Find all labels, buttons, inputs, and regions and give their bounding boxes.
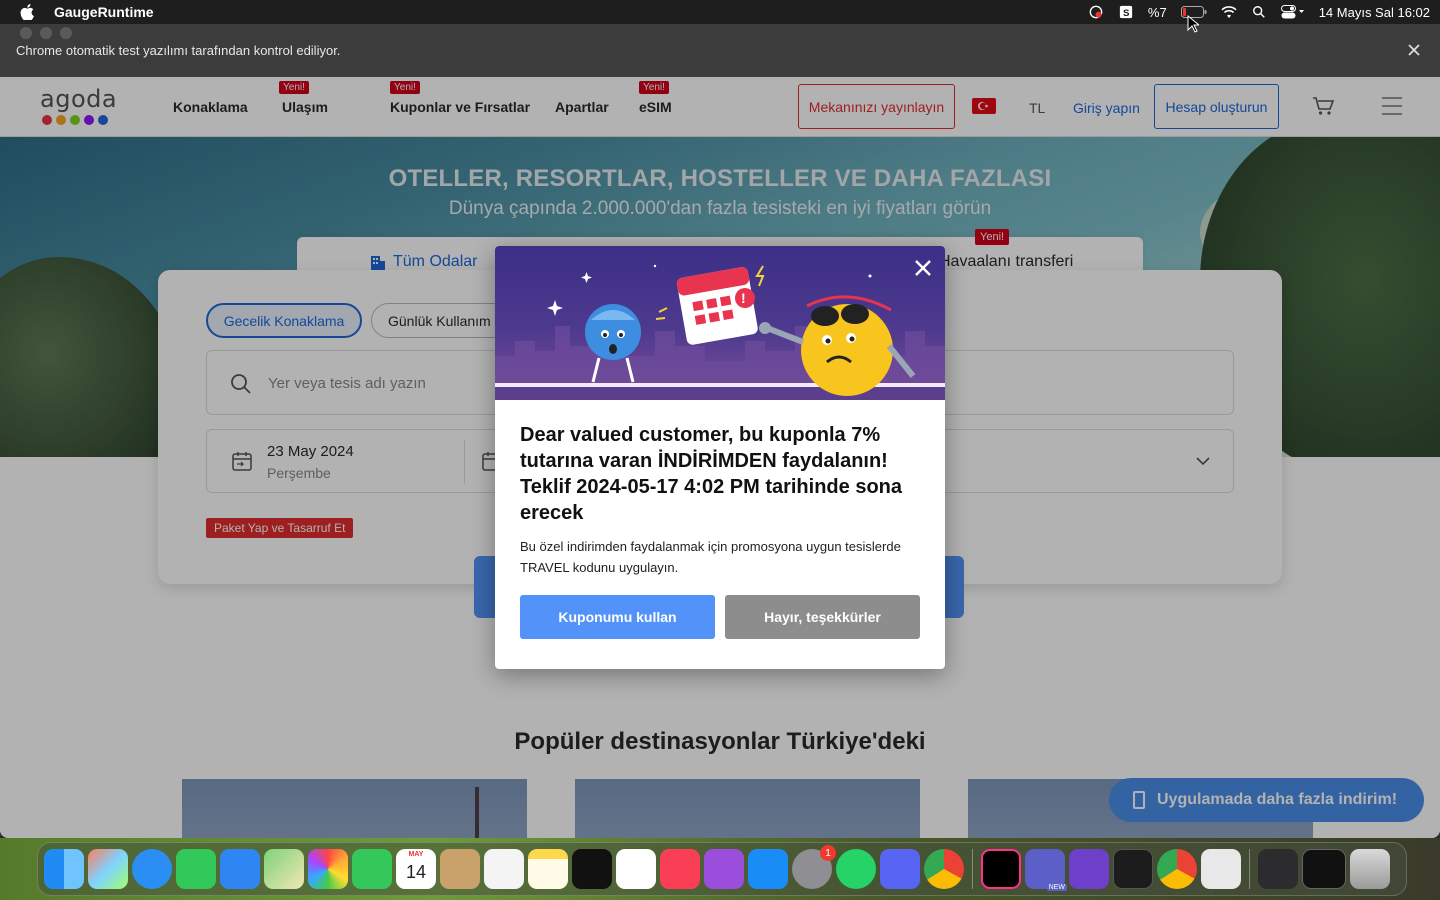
maps-icon[interactable] — [264, 849, 304, 889]
apple-tv-icon[interactable] — [572, 849, 612, 889]
svg-text:!: ! — [741, 290, 746, 306]
chrome-icon[interactable] — [924, 849, 964, 889]
safari-icon[interactable] — [132, 849, 172, 889]
decline-coupon-button[interactable]: Hayır, teşekkürler — [725, 595, 920, 639]
illustration-scene: ! — [495, 264, 945, 400]
dock-separator — [972, 849, 973, 889]
macos-menu-bar: GaugeRuntime S %7 14 Mayıs Sal 16:02 — [0, 0, 1440, 24]
infobar-close-icon[interactable] — [1406, 42, 1422, 58]
launchpad-icon[interactable] — [88, 849, 128, 889]
downloads-stack-icon[interactable] — [1258, 849, 1298, 889]
zoom-window-button[interactable] — [60, 27, 72, 39]
automation-infobar: Chrome otomatik test yazılımı tarafından… — [0, 24, 1440, 77]
preview-icon[interactable] — [1201, 849, 1241, 889]
active-app-name[interactable]: GaugeRuntime — [54, 4, 154, 20]
github-desktop-icon[interactable] — [1069, 849, 1109, 889]
automation-notice: Chrome otomatik test yazılımı tarafından… — [16, 43, 341, 58]
podcasts-icon[interactable] — [704, 849, 744, 889]
mail-icon[interactable] — [220, 849, 260, 889]
messages-icon[interactable] — [176, 849, 216, 889]
coupon-title: Dear valued customer, bu kuponla 7% tuta… — [520, 424, 903, 524]
trash-icon[interactable] — [1350, 849, 1390, 889]
screen-recording-icon[interactable] — [1088, 5, 1104, 19]
menubar-clock[interactable]: 14 Mayıs Sal 16:02 — [1319, 5, 1430, 20]
use-coupon-button[interactable]: Kuponumu kullan — [520, 595, 715, 639]
notes-icon[interactable] — [528, 849, 568, 889]
close-window-button[interactable] — [20, 27, 32, 39]
minimized-window-icon[interactable] — [1302, 849, 1346, 889]
contacts-icon[interactable] — [440, 849, 480, 889]
wifi-icon[interactable] — [1221, 5, 1237, 19]
reminders-icon[interactable] — [484, 849, 524, 889]
modal-close-icon[interactable] — [913, 258, 933, 278]
facetime-icon[interactable] — [352, 849, 392, 889]
spotlight-search-icon[interactable] — [1251, 5, 1267, 19]
battery-percent[interactable]: %7 — [1148, 5, 1167, 20]
coupon-description: Bu özel indirimden faydalanmak için prom… — [520, 539, 901, 575]
intellij-icon[interactable] — [981, 849, 1021, 889]
teams-icon[interactable]: NEW — [1025, 849, 1067, 891]
s-app-icon[interactable]: S — [1118, 5, 1134, 19]
system-settings-icon[interactable]: 1 — [792, 845, 836, 889]
coupon-modal: ! Dear valued customer, bu kuponla 7% tu… — [495, 246, 945, 669]
terminal-icon[interactable] — [1113, 849, 1153, 889]
discord-icon[interactable] — [880, 849, 920, 889]
whatsapp-icon[interactable] — [836, 849, 876, 889]
calendar-day: 14 — [405, 862, 427, 882]
apple-logo-icon[interactable] — [20, 4, 34, 20]
finder-icon[interactable] — [44, 849, 84, 889]
control-center-icon[interactable] — [1280, 5, 1305, 19]
svg-text:S: S — [1123, 8, 1130, 19]
app-store-icon[interactable] — [748, 849, 788, 889]
window-controls — [20, 27, 72, 39]
teams-new-badge: NEW — [1046, 884, 1067, 891]
settings-badge: 1 — [820, 845, 836, 861]
freeform-icon[interactable] — [616, 849, 656, 889]
music-icon[interactable] — [660, 849, 700, 889]
chrome-icon[interactable] — [1157, 849, 1197, 889]
coupon-illustration: ! — [495, 246, 945, 400]
photos-icon[interactable] — [308, 849, 348, 889]
mouse-cursor-icon — [1187, 15, 1199, 33]
calendar-month: MAY — [408, 851, 424, 858]
macos-dock: MAY 14 1 NEW — [37, 842, 1407, 896]
minimize-window-button[interactable] — [40, 27, 52, 39]
calendar-app-icon[interactable]: MAY 14 — [396, 849, 436, 889]
dock-separator — [1249, 849, 1250, 889]
